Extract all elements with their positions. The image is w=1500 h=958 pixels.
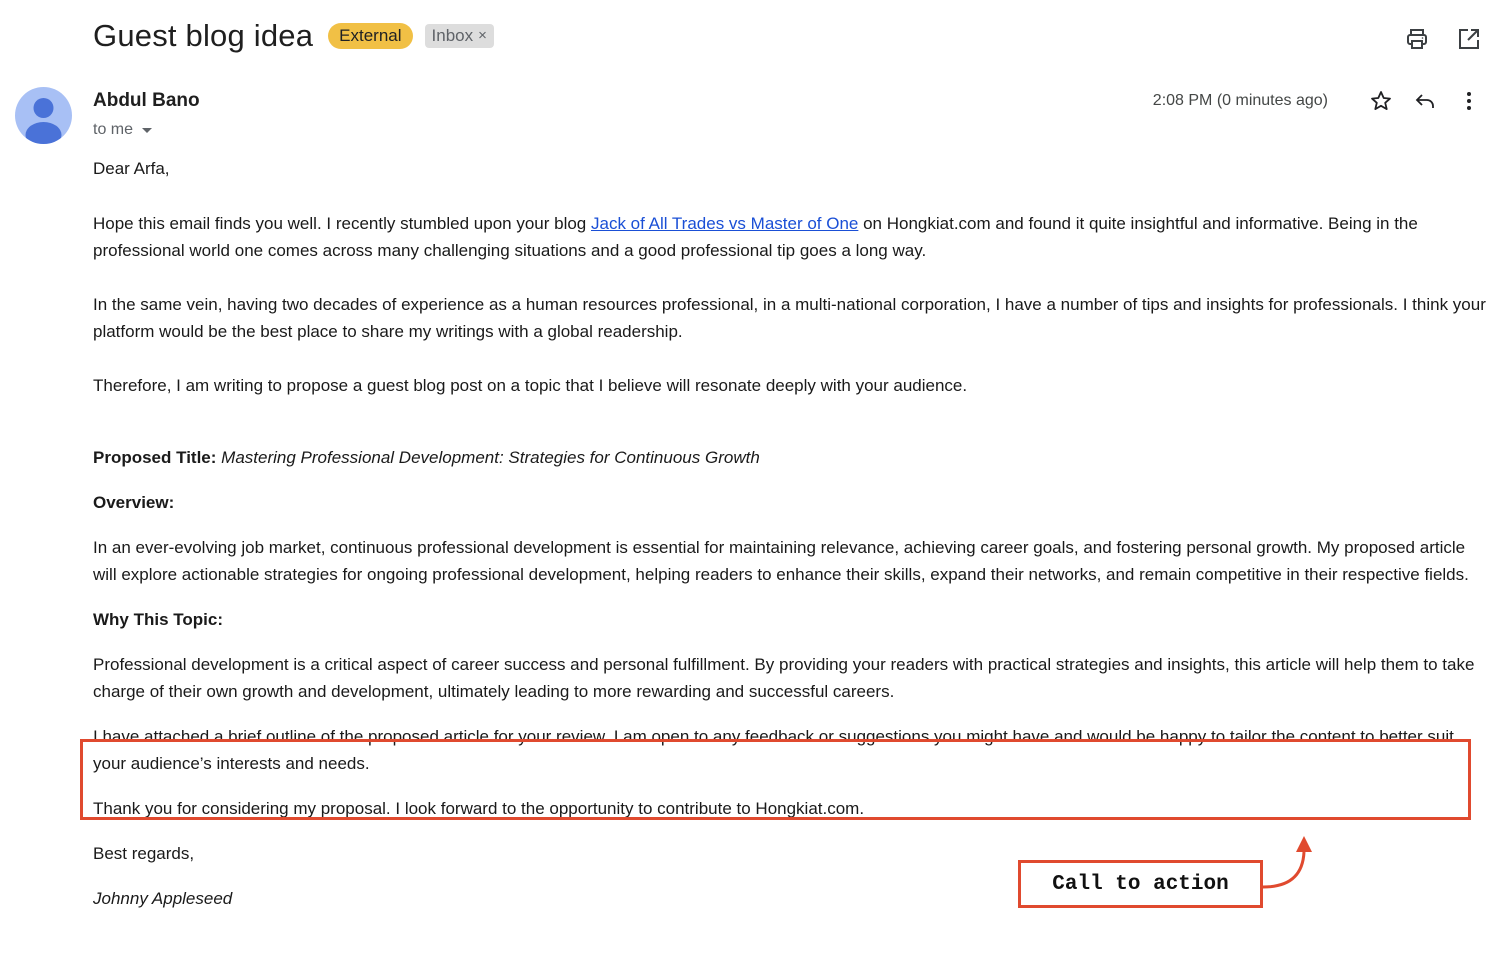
print-icon — [1407, 29, 1427, 49]
blog-link[interactable]: Jack of All Trades vs Master of One — [591, 214, 858, 233]
label-inbox[interactable]: Inbox × — [424, 24, 494, 48]
open-in-new-window-icon — [1459, 29, 1479, 49]
overview-heading: Overview: — [93, 493, 175, 512]
remove-label-icon[interactable]: × — [478, 26, 487, 46]
proposed-title: Mastering Professional Development: Stra… — [221, 448, 760, 467]
paragraph-intro: Hope this email finds you well. I recent… — [93, 210, 1488, 264]
person-icon — [25, 98, 62, 144]
label-external: External — [328, 23, 413, 49]
open-new-window-button[interactable] — [1456, 26, 1482, 52]
chevron-down-icon — [142, 127, 153, 133]
proposed-title-label: Proposed Title: — [93, 448, 217, 467]
sender-name[interactable]: Abdul Bano — [93, 90, 200, 112]
message-meta: 2:08 PM (0 minutes ago) — [1153, 88, 1482, 114]
recipient-text: to me — [93, 121, 134, 138]
why-text: Professional development is a critical a… — [93, 655, 1475, 701]
reply-button[interactable] — [1412, 88, 1438, 114]
label-inbox-text: Inbox — [431, 26, 474, 45]
paragraph-proposal: Therefore, I am writing to propose a gue… — [93, 376, 968, 395]
star-icon — [1371, 91, 1391, 110]
proposed-title-line: Proposed Title: Mastering Professional D… — [93, 444, 1488, 471]
paragraph-experience: In the same vein, having two decades of … — [93, 295, 1486, 341]
email-body: Dear Arfa, Hope this email finds you wel… — [93, 155, 1488, 912]
subject-row: Guest blog idea External Inbox × — [93, 18, 494, 54]
print-button[interactable] — [1404, 26, 1430, 52]
why-heading: Why This Topic: — [93, 610, 224, 629]
email-subject: Guest blog idea — [93, 18, 314, 53]
greeting: Dear Arfa, — [93, 159, 170, 178]
recipient-details-toggle[interactable]: to me — [93, 121, 153, 139]
annotation-arrow-icon — [1262, 836, 1312, 889]
cta-paragraph: I have attached a brief outline of the p… — [93, 727, 1454, 773]
thread-actions — [1404, 26, 1482, 52]
reply-icon — [1415, 94, 1434, 108]
thanks-paragraph: Thank you for considering my proposal. I… — [93, 799, 865, 818]
cta-annotation-label: Call to action — [1018, 860, 1263, 908]
star-button[interactable] — [1368, 88, 1394, 114]
intro-text-start: Hope this email finds you well. I recent… — [93, 214, 591, 233]
timestamp: 2:08 PM (0 minutes ago) — [1152, 92, 1328, 109]
overview-text: In an ever-evolving job market, continuo… — [93, 538, 1469, 584]
sender-avatar[interactable] — [15, 87, 72, 144]
more-vert-icon — [1467, 92, 1471, 110]
more-options-button[interactable] — [1456, 88, 1482, 114]
